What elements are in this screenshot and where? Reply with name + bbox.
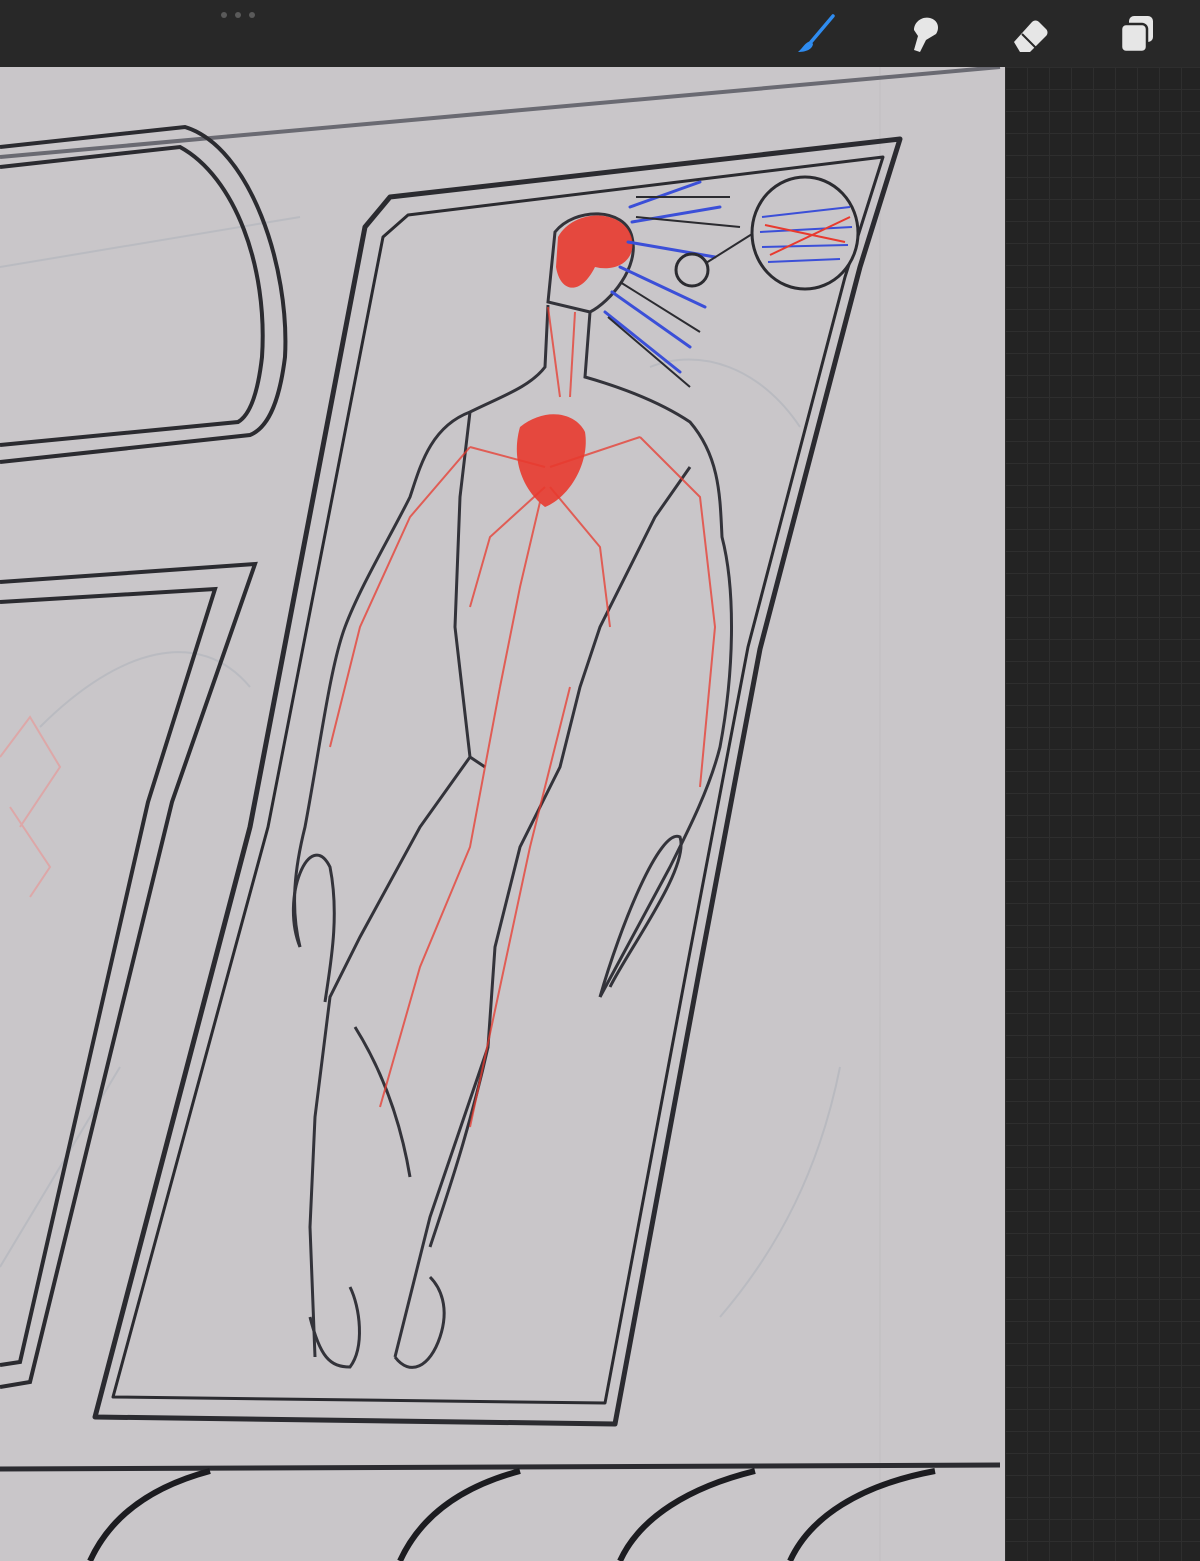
smudge-icon xyxy=(914,17,938,52)
drag-handle[interactable] xyxy=(221,10,255,20)
eraser-icon xyxy=(1014,20,1048,52)
top-toolbar xyxy=(0,0,1200,67)
brush-tool-button[interactable] xyxy=(793,10,841,58)
canvas-background-grid xyxy=(1005,67,1200,1561)
layers-tool-button[interactable] xyxy=(1113,10,1161,58)
sketch-artwork xyxy=(0,67,1001,1561)
eraser-tool-button[interactable] xyxy=(1006,10,1054,58)
brush-icon xyxy=(798,14,835,52)
drawing-canvas[interactable] xyxy=(0,67,1005,1561)
layers-icon xyxy=(1119,16,1153,54)
smudge-tool-button[interactable] xyxy=(898,10,946,58)
